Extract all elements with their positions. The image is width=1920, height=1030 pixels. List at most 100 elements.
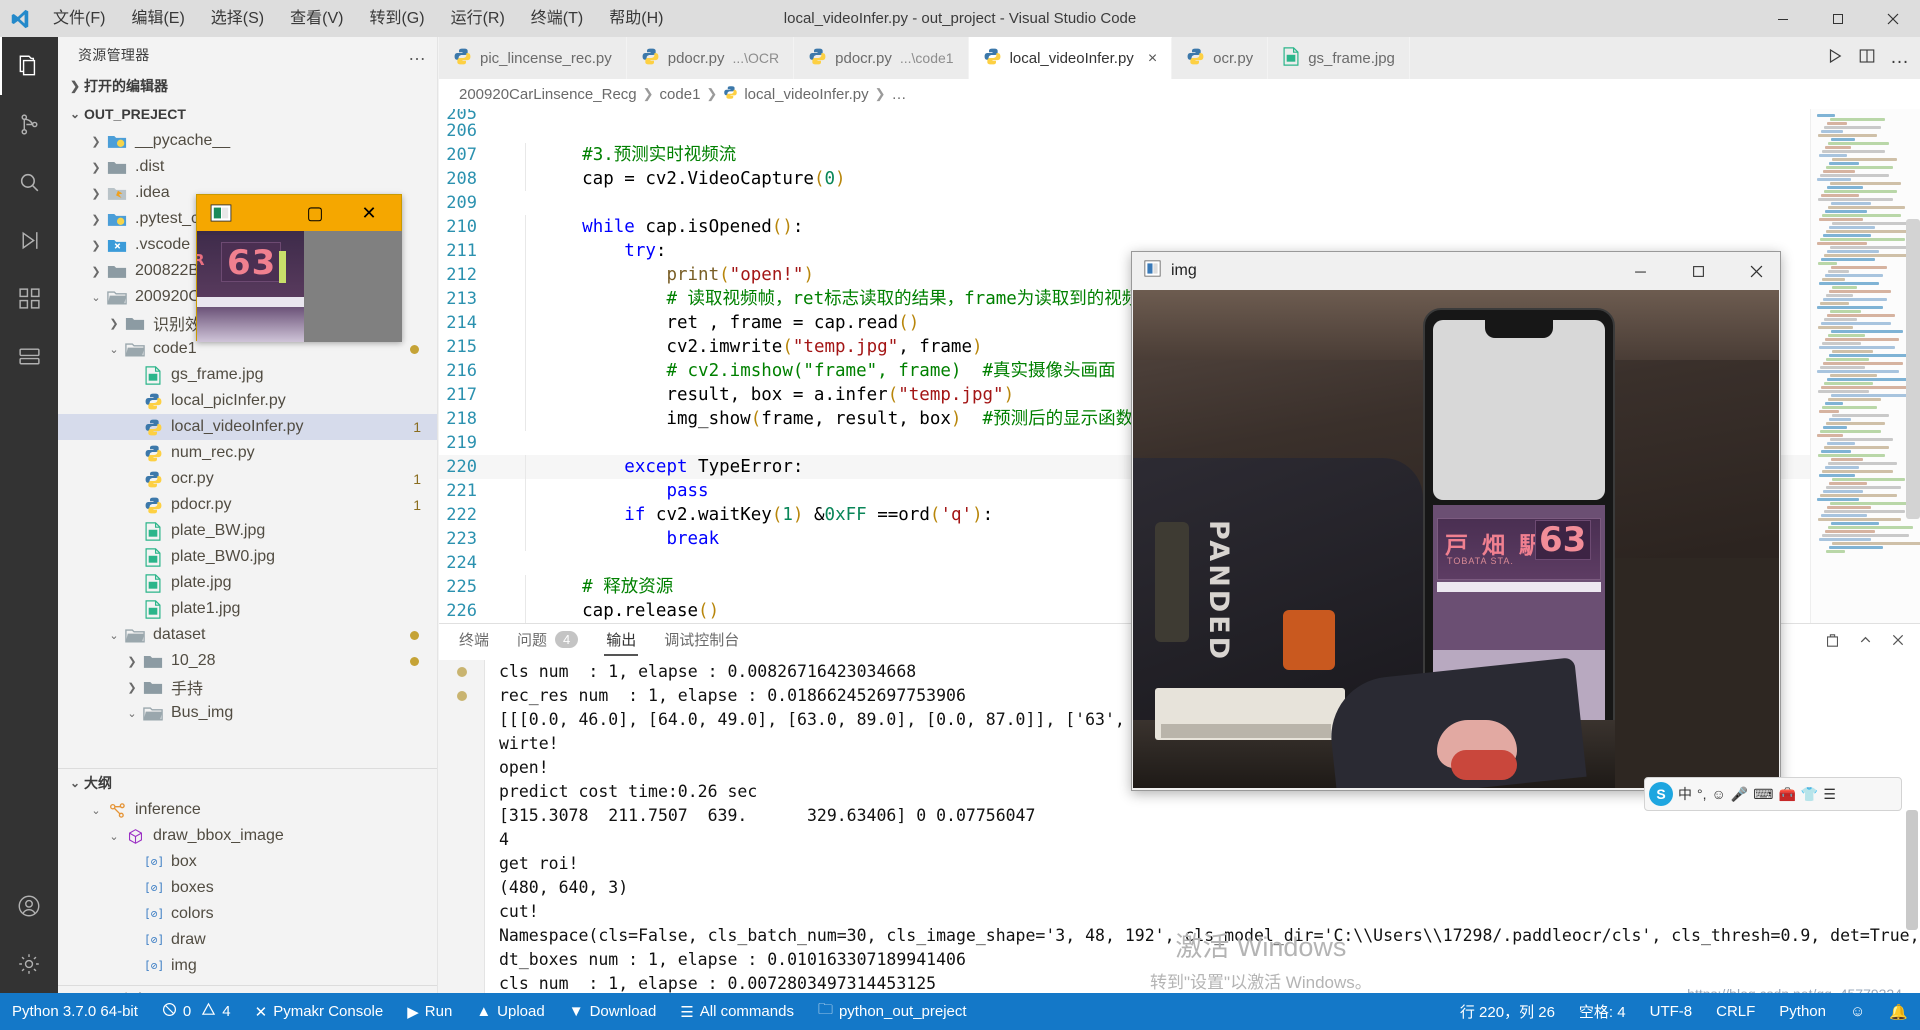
plate-window-titlebar[interactable]: ▢ ✕	[197, 195, 401, 231]
more-actions-icon[interactable]: …	[1890, 47, 1910, 69]
account-icon[interactable]	[0, 877, 58, 935]
tree-item-local_videoInferpy[interactable]: ❯local_videoInfer.py1	[58, 414, 437, 440]
outline-item-draw[interactable]: ⌄[⊘]draw	[58, 927, 437, 953]
tree-item-platejpg[interactable]: ❯plate.jpg	[58, 570, 437, 596]
tree-item-plate1jpg[interactable]: ❯plate1.jpg	[58, 596, 437, 622]
status-eol[interactable]: CRLF	[1704, 993, 1767, 1030]
status-run[interactable]: ▶ Run	[395, 993, 464, 1030]
tree-item-10_28[interactable]: ❯ 10_28	[58, 648, 437, 674]
tree-item-dataset[interactable]: ⌄ dataset	[58, 622, 437, 648]
status-indentation[interactable]: 空格: 4	[1567, 993, 1638, 1030]
status-project[interactable]: 🗀 python_out_preject	[806, 993, 979, 1030]
toolbox-icon[interactable]: 🧰	[1778, 786, 1795, 803]
breadcrumb-item-0[interactable]: 200920CarLinsence_Recg	[459, 86, 637, 103]
tree-item-pdocrpy[interactable]: ❯pdocr.py1	[58, 492, 437, 518]
clear-output-icon[interactable]	[1824, 632, 1841, 653]
section-outline[interactable]: ⌄ 大纲	[58, 769, 437, 797]
run-python-file-icon[interactable]	[1826, 47, 1844, 70]
code-line[interactable]: 207 #3.预测实时视频流	[439, 143, 1920, 167]
outline-item-inference[interactable]: ⌄ inference	[58, 797, 437, 823]
panel-tab-问题[interactable]: 问题 4	[515, 629, 580, 656]
tree-item-__pycache__[interactable]: ❯ __pycache__	[58, 128, 437, 154]
section-project-root[interactable]: ⌄ OUT_PREJECT	[58, 100, 437, 128]
status-line-col[interactable]: 行 220，列 26	[1448, 993, 1567, 1030]
outline-item-boxes[interactable]: ⌄[⊘]boxes	[58, 875, 437, 901]
sidebar-more-actions-icon[interactable]: …	[408, 44, 427, 65]
editor-tab-local_videoInferpy[interactable]: local_videoInfer.py ×	[968, 37, 1173, 79]
menu-icon[interactable]: ☰	[1823, 786, 1836, 803]
sogou-logo-icon[interactable]: S	[1649, 782, 1673, 806]
img-close-icon[interactable]	[1732, 252, 1780, 290]
split-editor-icon[interactable]	[1858, 47, 1876, 70]
tree-item-plate_BWjpg[interactable]: ❯plate_BW.jpg	[58, 518, 437, 544]
status-upload[interactable]: ▲ Upload	[464, 993, 556, 1030]
ime-punct-label[interactable]: °,	[1697, 786, 1707, 802]
outline-item-img[interactable]: ⌄[⊘]img	[58, 953, 437, 979]
status-python-version[interactable]: Python 3.7.0 64-bit	[0, 993, 150, 1030]
tree-item-num_recpy[interactable]: ❯num_rec.py	[58, 440, 437, 466]
menu-file[interactable]: 文件(F)	[40, 0, 118, 37]
explorer-icon[interactable]	[0, 37, 58, 95]
outline-item-draw_bbox_image[interactable]: ⌄ draw_bbox_image	[58, 823, 437, 849]
menu-view[interactable]: 查看(V)	[277, 0, 356, 37]
code-line[interactable]: 208 cap = cv2.VideoCapture(0)	[439, 167, 1920, 191]
section-npm-scripts[interactable]: ❯ NPM 脚本	[58, 985, 437, 993]
gear-icon[interactable]	[0, 935, 58, 993]
smiley-icon[interactable]: ☺	[1838, 993, 1877, 1030]
keyboard-icon[interactable]: ⌨	[1753, 786, 1773, 803]
breadcrumb-item-2[interactable]: local_videoInfer.py	[744, 86, 868, 103]
popup-close-icon[interactable]: ✕	[351, 198, 387, 228]
panel-tab-调试控制台[interactable]: 调试控制台	[662, 629, 741, 656]
breadcrumb-item-1[interactable]: code1	[660, 86, 701, 103]
panel-tab-终端[interactable]: 终端	[457, 629, 491, 656]
code-line[interactable]: 205	[439, 109, 1920, 124]
plate-preview-window[interactable]: ▢ ✕ R 63	[196, 194, 402, 342]
code-line[interactable]: 206	[439, 119, 1920, 143]
menu-go[interactable]: 转到(G)	[356, 0, 437, 37]
tree-item-plate_BW0jpg[interactable]: ❯plate_BW0.jpg	[58, 544, 437, 570]
section-open-editors[interactable]: ❯ 打开的编辑器	[58, 72, 437, 100]
outline-item-box[interactable]: ⌄[⊘]box	[58, 849, 437, 875]
panel-tab-输出[interactable]: 输出	[604, 629, 639, 656]
tree-item-Bus_img[interactable]: ⌄ Bus_img	[58, 700, 437, 726]
terminal-scrollbar-thumb[interactable]	[1906, 810, 1918, 930]
close-icon[interactable]	[1865, 0, 1920, 37]
extensions-icon[interactable]	[0, 269, 58, 327]
menu-help[interactable]: 帮助(H)	[596, 0, 676, 37]
source-control-icon[interactable]	[0, 95, 58, 153]
emoji-icon[interactable]: ☺	[1712, 786, 1726, 802]
minimize-icon[interactable]	[1755, 0, 1810, 37]
maximize-icon[interactable]	[1810, 0, 1865, 37]
close-panel-icon[interactable]	[1890, 632, 1906, 652]
status-all-commands[interactable]: ☰ All commands	[668, 993, 806, 1030]
bell-icon[interactable]: 🔔	[1877, 993, 1920, 1030]
menu-edit[interactable]: 编辑(E)	[118, 0, 197, 37]
outline-item-colors[interactable]: ⌄[⊘]colors	[58, 901, 437, 927]
editor-tab-gs_framejpg[interactable]: gs_frame.jpg	[1268, 37, 1410, 79]
remote-icon[interactable]	[0, 327, 58, 385]
search-icon[interactable]	[0, 153, 58, 211]
img-window-titlebar[interactable]: img	[1132, 252, 1780, 290]
status-encoding[interactable]: UTF-8	[1638, 993, 1705, 1030]
breadcrumb-item-3[interactable]: …	[891, 86, 906, 103]
editor-tab-pdocrpy[interactable]: pdocr.py ...\code1	[794, 37, 969, 79]
tree-item-ocrpy[interactable]: ❯ocr.py1	[58, 466, 437, 492]
menu-run[interactable]: 运行(R)	[438, 0, 518, 37]
editor-tab-ocrpy[interactable]: ocr.py	[1172, 37, 1269, 79]
editor-tab-close-icon[interactable]: ×	[1148, 50, 1157, 68]
ime-toolbar[interactable]: S 中 °, ☺ 🎤 ⌨ 🧰 👕 ☰	[1644, 777, 1902, 811]
ime-mode-label[interactable]: 中	[1678, 784, 1692, 804]
menu-selection[interactable]: 选择(S)	[198, 0, 277, 37]
status-problems[interactable]: 0 4	[150, 993, 243, 1030]
tree-item-[interactable]: ❯ 手持	[58, 674, 437, 700]
img-maximize-icon[interactable]	[1674, 252, 1722, 290]
code-line[interactable]: 209	[439, 191, 1920, 215]
code-line[interactable]: 210 while cap.isOpened():	[439, 215, 1920, 239]
editor-tab-pic_lincense_recpy[interactable]: pic_lincense_rec.py	[439, 37, 627, 79]
status-language-mode[interactable]: Python	[1767, 993, 1838, 1030]
editor-scrollbar-thumb[interactable]	[1906, 219, 1920, 519]
collapse-panel-icon[interactable]	[1857, 632, 1874, 653]
minimap[interactable]	[1810, 109, 1920, 625]
skin-icon[interactable]: 👕	[1801, 786, 1818, 803]
tree-item-local_picInferpy[interactable]: ❯local_picInfer.py	[58, 388, 437, 414]
